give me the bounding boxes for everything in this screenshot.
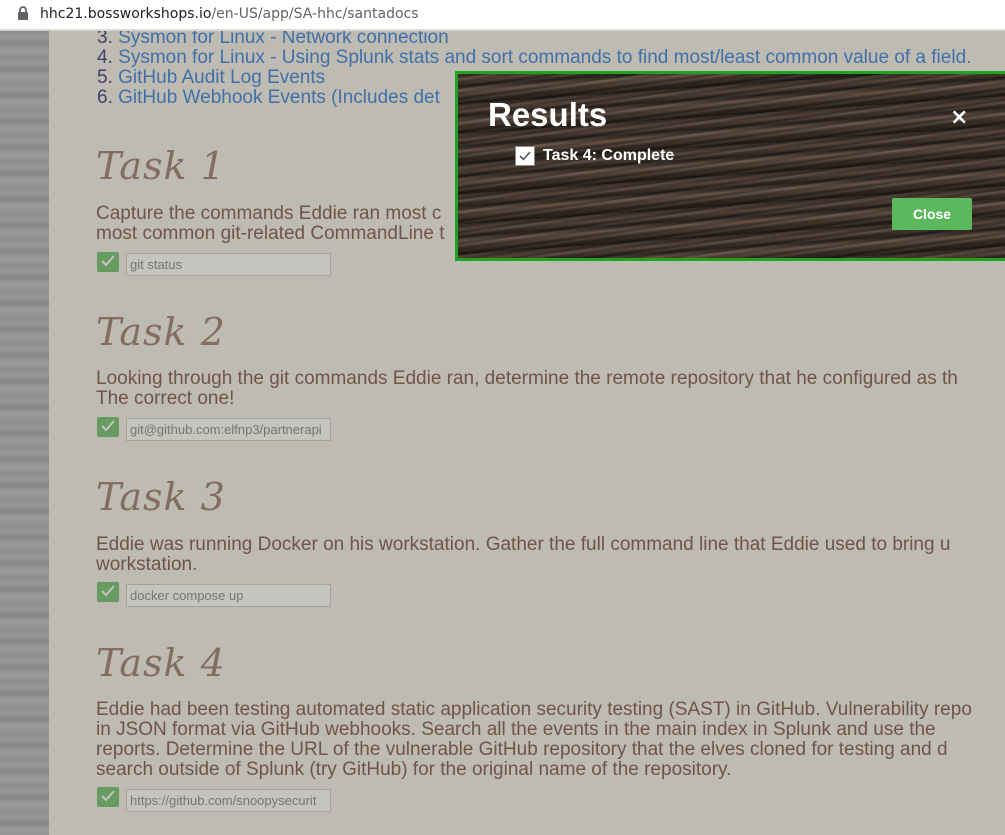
- result-label: Task 4: Complete: [543, 147, 675, 164]
- browser-address-bar[interactable]: hhc21.bossworkshops.io/en-US/app/SA-hhc/…: [0, 0, 1005, 30]
- result-item: Task 4: Complete: [515, 146, 674, 166]
- url-text[interactable]: hhc21.bossworkshops.io/en-US/app/SA-hhc/…: [40, 6, 419, 22]
- results-modal: Results × Task 4: Complete Close: [455, 71, 1005, 261]
- close-icon[interactable]: ×: [950, 107, 968, 129]
- lock-icon[interactable]: [17, 6, 31, 22]
- checkbox-checked-icon: [515, 146, 535, 166]
- close-button[interactable]: Close: [892, 198, 972, 230]
- modal-title: Results: [488, 96, 608, 133]
